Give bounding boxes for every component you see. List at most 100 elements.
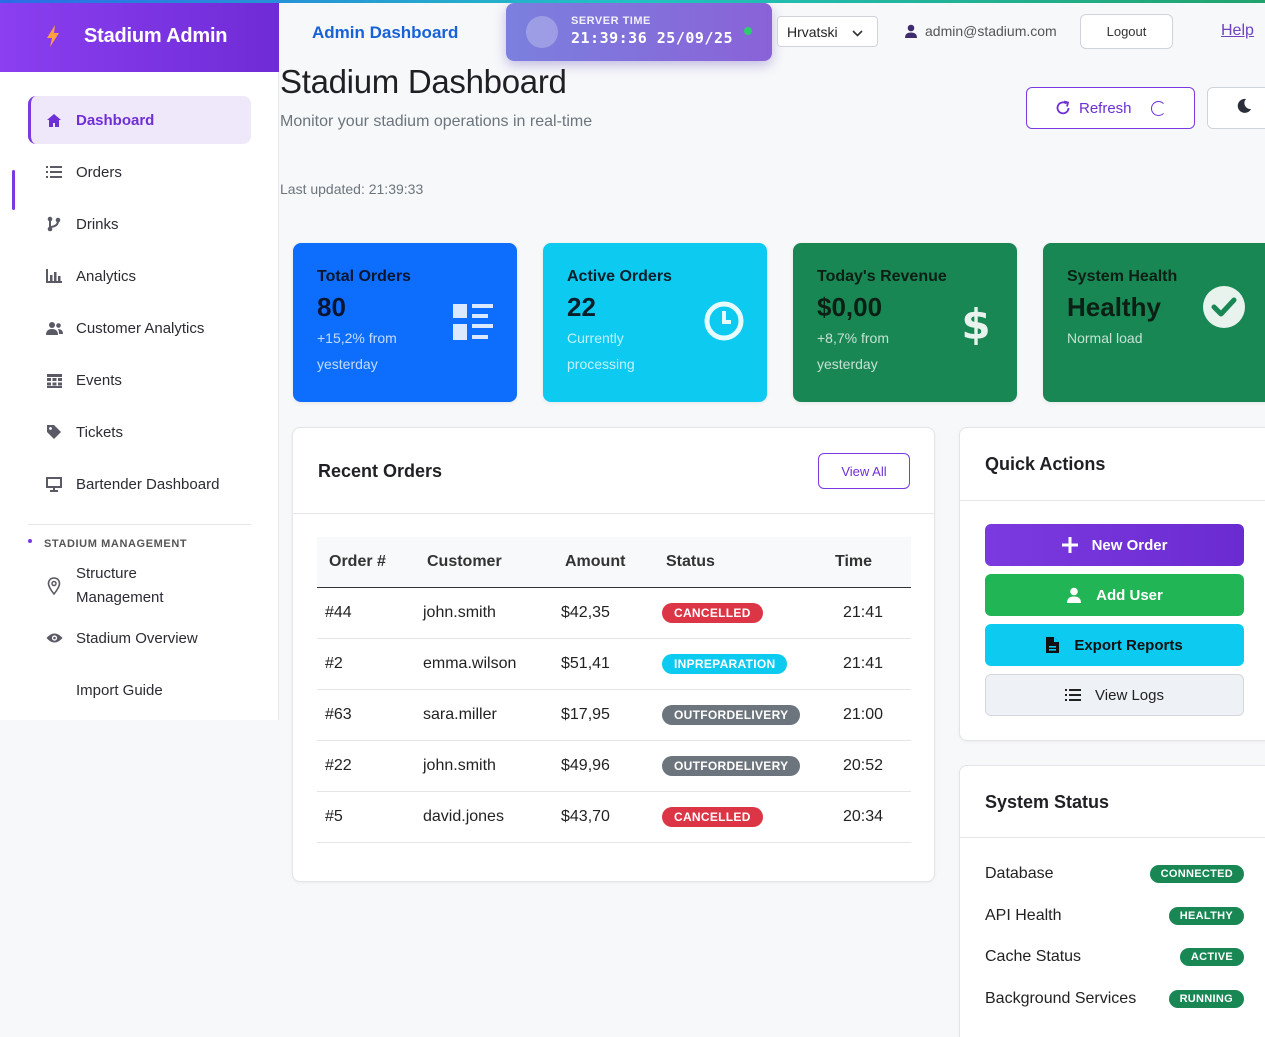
refresh-button[interactable]: Refresh [1026, 87, 1195, 129]
server-time-value: 21:39:36 25/09/25 [571, 29, 734, 47]
stat-card-system-health: System Health Healthy Normal load [1043, 243, 1265, 402]
bar-chart-icon [44, 266, 64, 286]
column-header[interactable]: Amount [553, 537, 654, 588]
table-row[interactable]: #63 sara.miller $17,95 OUTFORDELIVERY 21… [317, 689, 911, 741]
status-row-api-health: API Health HEALTHY [985, 904, 1244, 928]
active-indicator [12, 170, 15, 210]
sidebar-item-label: Orders [76, 163, 122, 181]
status-badge: INPREPARATION [662, 653, 788, 674]
stat-card-total-orders: Total Orders 80 +15,2% from yesterday [293, 243, 517, 402]
recent-orders-title: Recent Orders [318, 461, 443, 481]
order-amount: $43,70 [553, 791, 654, 843]
user-email: admin@stadium.com [925, 23, 1057, 39]
recent-orders-card: Recent Orders View All Order # Customer … [292, 427, 935, 882]
order-customer: sara.miller [415, 689, 553, 741]
refresh-label: Refresh [1079, 99, 1132, 117]
sidebar-item-label: Tickets [76, 423, 123, 441]
status-badge: CANCELLED [662, 602, 763, 623]
home-icon [44, 110, 64, 130]
sidebar-item-label: Customer Analytics [76, 319, 205, 337]
list-icon [44, 162, 64, 182]
column-header[interactable]: Customer [415, 537, 553, 588]
recent-orders-header: Recent Orders View All [293, 428, 934, 514]
status-label: Database [985, 865, 1054, 882]
list-alt-icon [453, 304, 493, 345]
column-header[interactable]: Status [654, 537, 835, 588]
branch-icon [44, 214, 64, 234]
new-order-button[interactable]: New Order [985, 524, 1244, 566]
stat-subtitle: Currently processing [567, 330, 635, 372]
header-title[interactable]: Admin Dashboard [312, 23, 458, 43]
users-icon [44, 318, 64, 338]
order-amount: $42,35 [553, 587, 654, 639]
view-logs-button[interactable]: View Logs [985, 674, 1244, 716]
status-badge: CANCELLED [662, 806, 763, 827]
sidebar-item-orders[interactable]: Orders [28, 148, 251, 196]
brand-header[interactable]: Stadium Admin [0, 0, 279, 72]
language-value: Hrvatski [787, 23, 838, 40]
order-number: #44 [317, 587, 415, 639]
column-header[interactable]: Order # [317, 537, 415, 588]
table-row[interactable]: #44 john.smith $42,35 CANCELLED 21:41 [317, 587, 911, 639]
status-row-cache-status: Cache Status ACTIVE [985, 945, 1244, 969]
refresh-icon [1055, 100, 1071, 116]
logout-button[interactable]: Logout [1080, 14, 1173, 49]
status-row-background-services: Background Services RUNNING [985, 987, 1244, 1011]
sidebar-item-analytics[interactable]: Analytics [28, 252, 251, 300]
sidebar-item-import-guide[interactable]: Import Guide [28, 666, 251, 714]
clock-icon [703, 300, 745, 347]
order-customer: david.jones [415, 791, 553, 843]
status-badge: OUTFORDELIVERY [662, 755, 801, 776]
sidebar-item-label: Dashboard [76, 111, 155, 129]
column-header[interactable]: Time [835, 537, 911, 588]
table-row[interactable]: #2 emma.wilson $51,41 INPREPARATION 21:4… [317, 638, 911, 690]
user-icon [904, 24, 918, 38]
sidebar-item-drinks[interactable]: Drinks [28, 200, 251, 248]
server-time-widget: SERVER TIME 21:39:36 25/09/25 [506, 3, 772, 61]
sidebar-divider [28, 524, 251, 525]
order-time: 20:34 [835, 791, 911, 843]
status-badge: CONNECTED [1149, 865, 1244, 883]
order-amount: $17,95 [553, 689, 654, 741]
status-label: API Health [985, 907, 1062, 924]
stat-title: Active Orders [567, 268, 672, 285]
language-select[interactable]: Hrvatski [777, 16, 878, 47]
view-all-button[interactable]: View All [818, 453, 910, 489]
top-accent-line [0, 0, 1265, 3]
theme-toggle-button[interactable] [1207, 87, 1265, 129]
button-label: View Logs [1095, 686, 1164, 704]
sidebar-item-customer-analytics[interactable]: Customer Analytics [28, 304, 251, 352]
help-link[interactable]: Help [1221, 22, 1254, 40]
order-amount: $49,96 [553, 740, 654, 792]
status-badge: HEALTHY [1168, 907, 1244, 925]
moon-icon [1236, 98, 1252, 119]
sidebar-item-tickets[interactable]: Tickets [28, 408, 251, 456]
sidebar-item-label: Bartender Dashboard [76, 475, 220, 493]
sidebar-item-bartender-dashboard[interactable]: Bartender Dashboard [28, 460, 251, 508]
status-label: Background Services [985, 990, 1137, 1007]
plus-icon [1061, 537, 1078, 553]
clock-avatar-icon [526, 16, 558, 48]
table-row[interactable]: #5 david.jones $43,70 CANCELLED 20:34 [317, 791, 911, 843]
order-time: 21:41 [835, 587, 911, 639]
sidebar-item-label: Structure Management [76, 565, 164, 606]
stat-subtitle: +8,7% from yesterday [817, 330, 889, 372]
export-reports-button[interactable]: Export Reports [985, 624, 1244, 666]
sidebar-item-structure-management[interactable]: Structure Management [28, 559, 251, 613]
add-user-button[interactable]: Add User [985, 574, 1244, 616]
quick-actions-header: Quick Actions [960, 428, 1265, 501]
button-label: Export Reports [1074, 636, 1183, 654]
sidebar-item-dashboard[interactable]: Dashboard [28, 96, 251, 144]
order-amount: $51,41 [553, 638, 654, 690]
eye-icon [44, 628, 64, 648]
lightning-icon [46, 24, 64, 48]
order-number: #22 [317, 740, 415, 792]
list-icon [1065, 688, 1082, 702]
sidebar-item-label: Stadium Overview [76, 629, 198, 647]
sidebar-item-events[interactable]: Events [28, 356, 251, 404]
order-time: 21:41 [835, 638, 911, 690]
status-badge: RUNNING [1168, 990, 1244, 1008]
table-row[interactable]: #22 john.smith $49,96 OUTFORDELIVERY 20:… [317, 740, 911, 792]
sidebar-item-stadium-overview[interactable]: Stadium Overview [28, 614, 251, 662]
brand-name: Stadium Admin [84, 24, 228, 47]
